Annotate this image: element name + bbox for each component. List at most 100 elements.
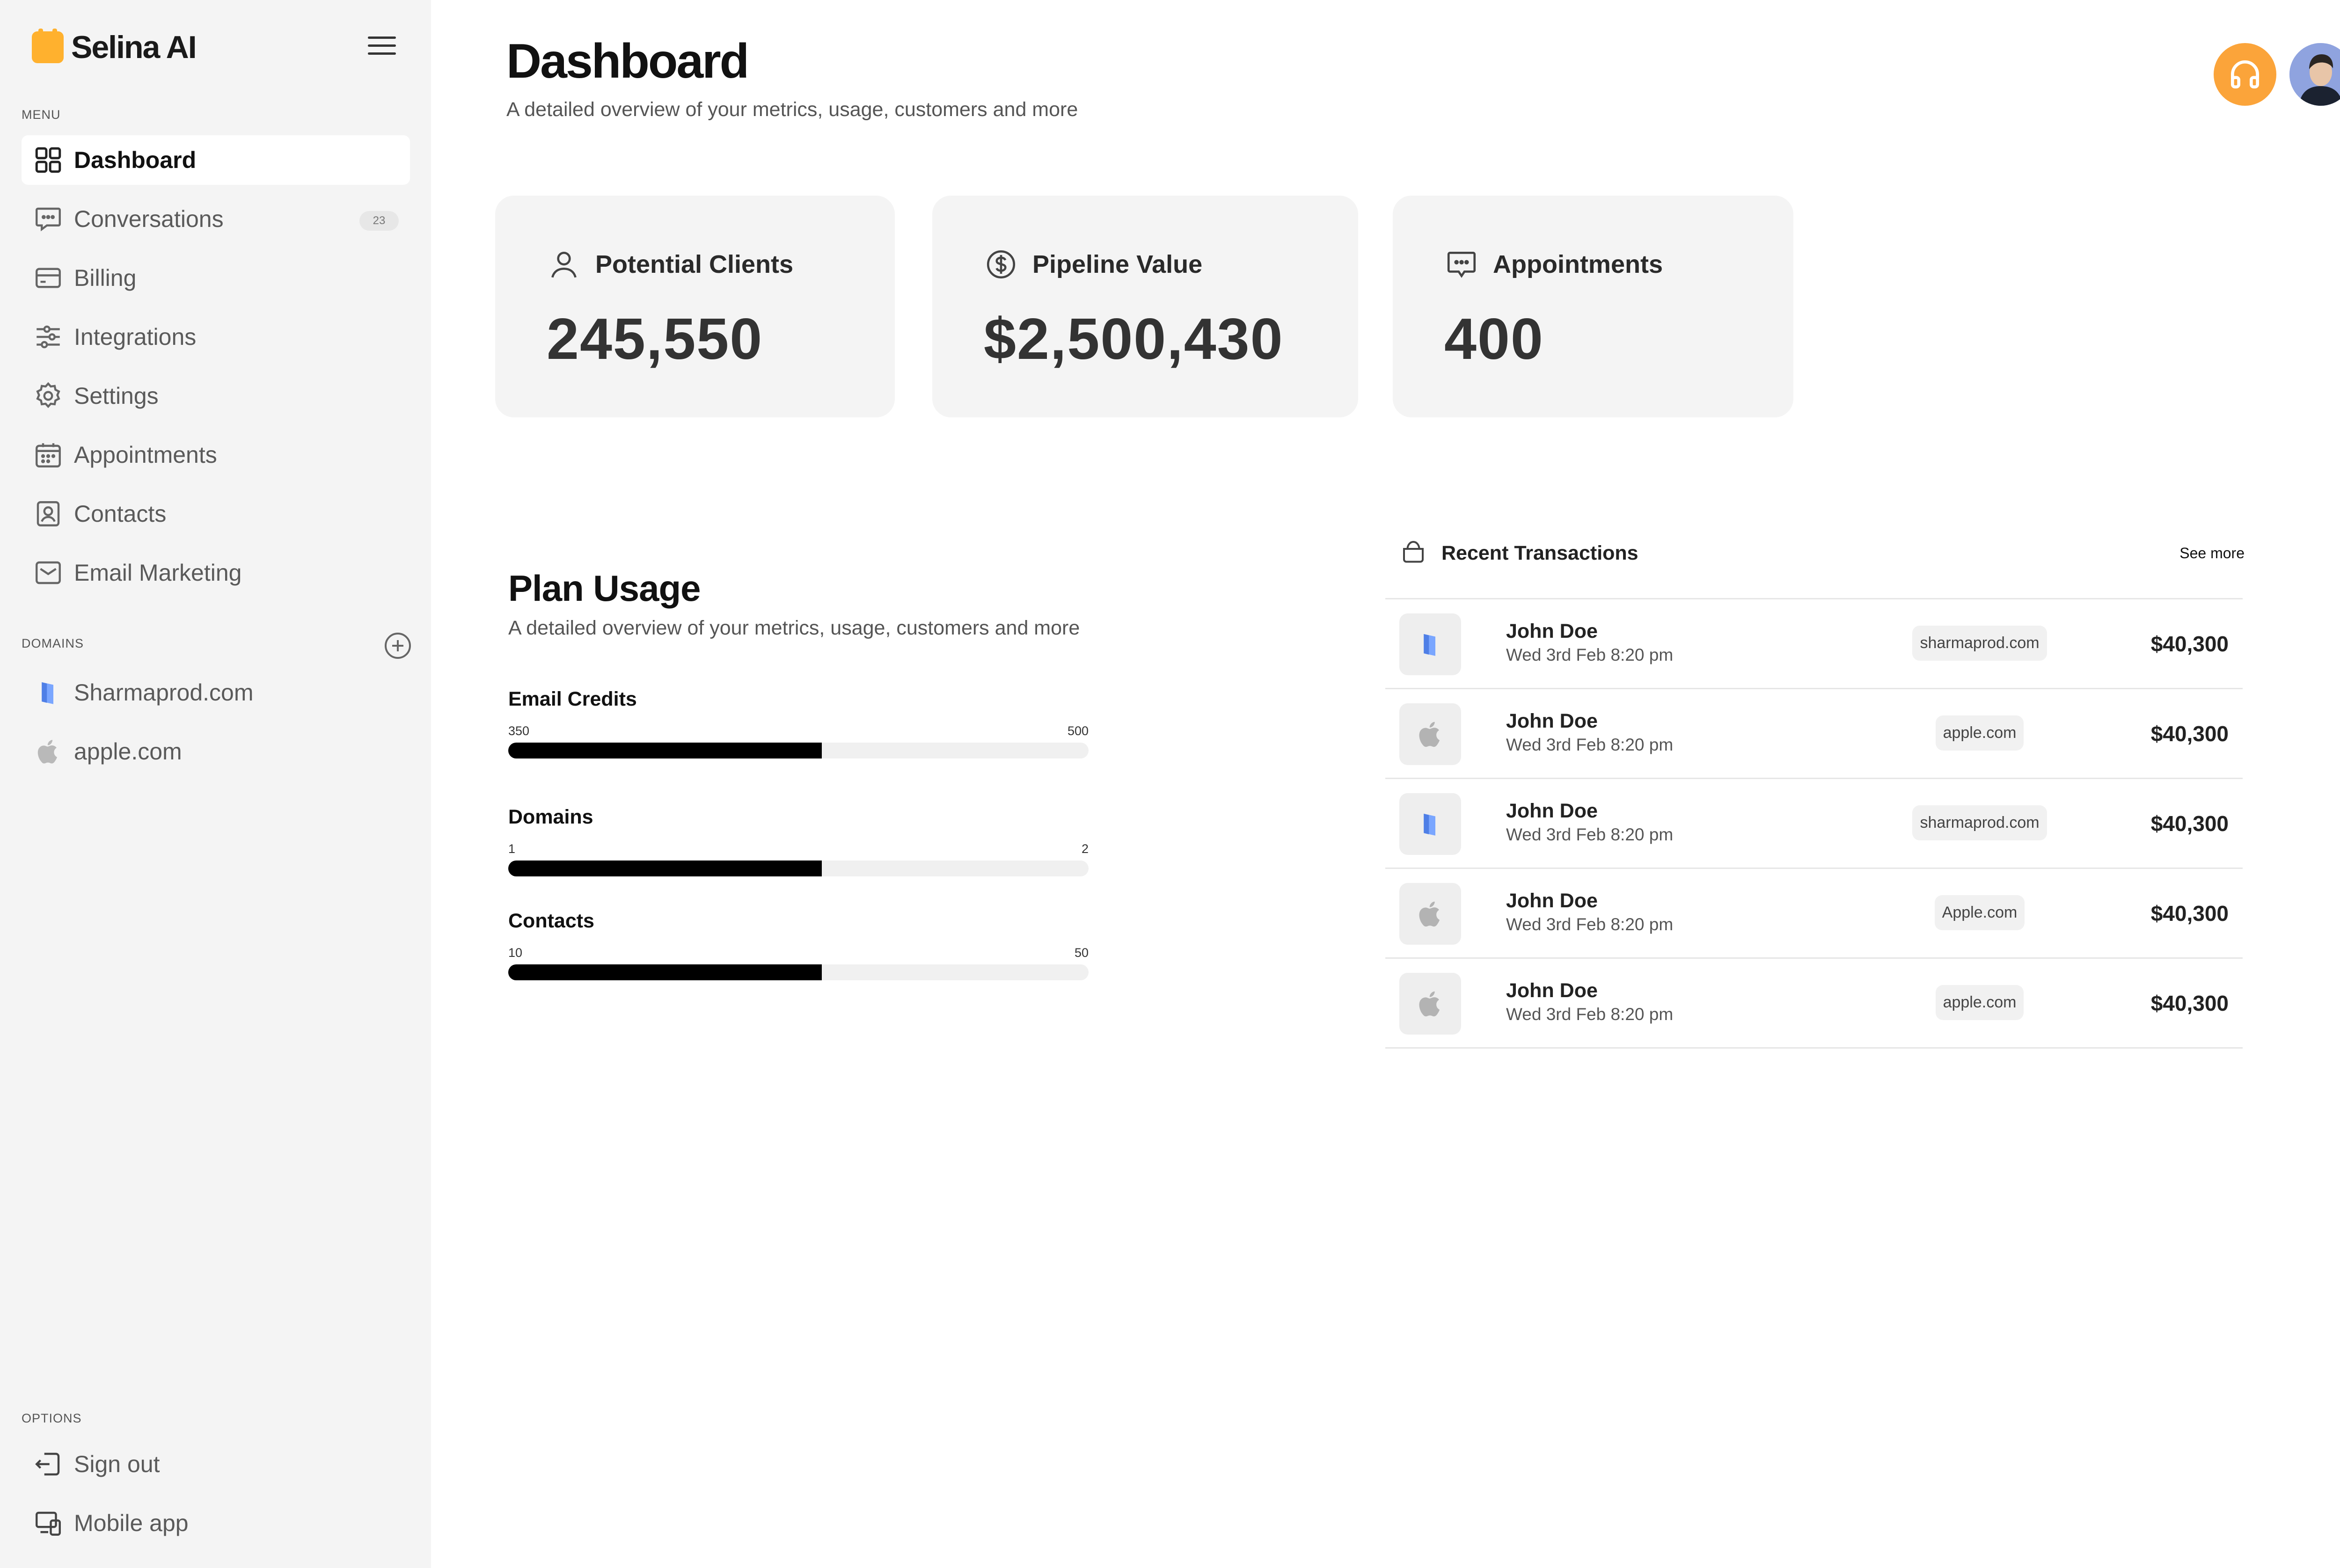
sidebar-item-label: Conversations [74,206,224,232]
sidebar-item-label: Mobile app [74,1510,189,1536]
user-avatar[interactable] [2289,43,2340,106]
domains-section-label: DOMAINS [22,636,84,650]
basket-icon [1403,540,1424,563]
usage-progress-fill [508,964,822,980]
usage-domains: Domains 1 2 [508,806,1089,876]
gear-icon [33,380,64,411]
transaction-row[interactable]: John Doe Wed 3rd Feb 8:20 pm apple.com $… [1385,689,2243,779]
headphones-icon [2231,60,2259,89]
usage-min: 350 [508,724,530,738]
chat-bubble-icon [1447,252,1476,278]
sidebar-domain-apple[interactable]: apple.com [22,727,410,776]
transaction-row[interactable]: John Doe Wed 3rd Feb 8:20 pm Apple.com $… [1385,869,2243,959]
transaction-date: Wed 3rd Feb 8:20 pm [1506,645,1674,664]
transaction-row[interactable]: John Doe Wed 3rd Feb 8:20 pm sharmaprod.… [1385,599,2243,689]
sidebar-item-label: Integrations [74,324,197,350]
stat-label: Appointments [1493,250,1663,278]
page-subtitle: A detailed overview of your metrics, usa… [506,98,1078,121]
sidebar-item-label: Contacts [74,501,167,527]
usage-label: Email Credits [508,688,637,710]
chat-bubble-icon [33,204,64,234]
calendar-logo-icon [32,29,64,63]
transaction-date: Wed 3rd Feb 8:20 pm [1506,825,1674,844]
stat-label: Pipeline Value [1032,250,1203,278]
usage-min: 1 [508,842,516,856]
sharmaprod-logo-icon [33,677,64,708]
usage-max: 500 [1067,724,1089,738]
sidebar-item-billing[interactable]: Billing [22,253,410,303]
usage-min: 10 [508,946,523,960]
menu-section-label: MENU [22,108,61,122]
calendar-icon [33,439,64,470]
options-section-label: OPTIONS [22,1411,82,1425]
transaction-domain-tag[interactable]: Apple.com [1934,895,2025,930]
sliders-icon [33,321,64,352]
usage-max: 50 [1074,946,1089,960]
sidebar-item-label: Dashboard [74,147,197,173]
user-icon [551,252,577,278]
transaction-name: John Doe [1506,800,1598,822]
sidebar-item-label: Settings [74,383,159,409]
contact-card-icon [33,498,64,529]
app-root: Selina AI MENU Dashboard Conversations 2… [0,0,2340,1568]
transaction-name: John Doe [1506,710,1598,732]
transaction-domain-tag[interactable]: sharmaprod.com [1912,805,2047,840]
stat-card-appointments: Appointments 400 [1393,196,1793,417]
page-title: Dashboard [506,34,749,88]
sidebar-item-contacts[interactable]: Contacts [22,489,410,539]
support-headphones-button[interactable] [2214,43,2276,106]
usage-max: 2 [1081,842,1089,856]
stat-value: $2,500,430 [984,307,1284,372]
sidebar-item-mobile-app[interactable]: Mobile app [22,1498,410,1548]
transaction-name: John Doe [1506,620,1598,642]
transaction-row[interactable]: John Doe Wed 3rd Feb 8:20 pm sharmaprod.… [1385,779,2243,869]
sidebar-item-settings[interactable]: Settings [22,371,410,421]
sidebar-domain-sharmaprod[interactable]: Sharmaprod.com [22,668,410,717]
sidebar-item-conversations[interactable]: Conversations 23 [22,194,410,244]
brand[interactable]: Selina AI [32,26,197,68]
sidebar: Selina AI MENU Dashboard Conversations 2… [0,0,431,1568]
usage-email-credits: Email Credits 350 500 [508,688,1089,758]
brand-name: Selina AI [71,29,197,65]
hamburger-menu-icon[interactable] [368,36,396,57]
plan-usage-subtitle: A detailed overview of your metrics, usa… [508,617,1080,639]
apple-logo-icon [1399,703,1461,765]
credit-card-icon [33,263,64,293]
transactions-title: Recent Transactions [1441,542,1638,564]
transaction-name: John Doe [1506,979,1598,1002]
sidebar-item-integrations[interactable]: Integrations [22,312,410,362]
stat-card-potential-clients: Potential Clients 245,550 [495,196,895,417]
usage-progress-bar [508,964,1089,980]
sharmaprod-logo-icon [1399,613,1461,675]
apple-logo-icon [1399,973,1461,1035]
usage-label: Domains [508,806,593,828]
transaction-domain-tag[interactable]: sharmaprod.com [1912,625,2047,661]
stat-label: Potential Clients [595,250,794,278]
apple-logo-icon [1399,883,1461,945]
sidebar-item-email-marketing[interactable]: Email Marketing [22,548,410,598]
transaction-amount: $40,300 [2150,991,2229,1015]
transactions-header: Recent Transactions See more [1399,535,2245,570]
usage-progress-fill [508,743,822,758]
transaction-date: Wed 3rd Feb 8:20 pm [1506,1005,1674,1024]
usage-progress-fill [508,861,822,876]
sidebar-item-dashboard[interactable]: Dashboard [22,135,410,185]
transactions-list: John Doe Wed 3rd Feb 8:20 pm sharmaprod.… [1385,598,2243,1049]
transaction-row[interactable]: John Doe Wed 3rd Feb 8:20 pm apple.com $… [1385,959,2243,1049]
sidebar-item-label: Email Marketing [74,560,242,586]
stat-card-pipeline-value: Pipeline Value $2,500,430 [932,196,1358,417]
apple-logo-icon [33,736,64,767]
see-more-link[interactable]: See more [2179,545,2245,562]
usage-label: Contacts [508,910,594,932]
devices-icon [33,1508,64,1539]
sidebar-item-sign-out[interactable]: Sign out [22,1439,410,1489]
dollar-circle-icon [987,250,1016,279]
mail-icon [33,557,64,588]
transaction-amount: $40,300 [2150,811,2229,836]
transaction-domain-tag[interactable]: apple.com [1935,985,2024,1020]
sidebar-item-label: Appointments [74,442,217,468]
usage-progress-bar [508,861,1089,876]
add-domain-plus-icon[interactable] [385,633,411,659]
transaction-domain-tag[interactable]: apple.com [1935,715,2024,751]
sidebar-item-appointments[interactable]: Appointments [22,430,410,480]
